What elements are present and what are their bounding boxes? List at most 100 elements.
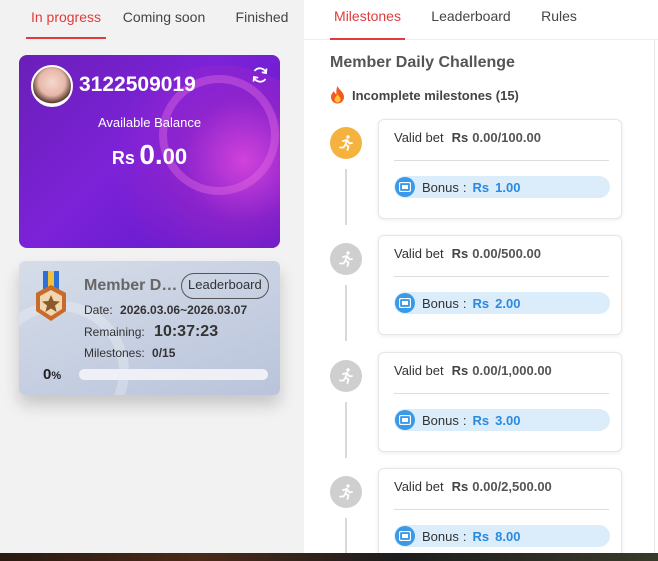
progress-unit: % — [51, 370, 62, 382]
progress-bar — [79, 369, 268, 380]
balance-integer: 0. — [139, 139, 163, 170]
bonus-colon: : — [462, 179, 467, 195]
bonus-colon: : — [462, 295, 467, 311]
runner-icon — [330, 127, 362, 159]
bonus-colon: : — [462, 528, 467, 544]
bonus-amount: Rs 2.00 — [473, 296, 521, 311]
valid-bet: Valid bet Rs 0.00/1,000.00 — [394, 363, 552, 378]
incomplete-label: Incomplete milestones (15) — [352, 87, 519, 103]
event-card[interactable]: Member D… Leaderboard Date: 2026.03.06~2… — [19, 261, 280, 395]
timeline-connector — [345, 285, 347, 341]
valid-bet: Valid bet Rs 0.00/100.00 — [394, 130, 541, 145]
progress-percent: 0% — [43, 366, 61, 383]
tab-rules[interactable]: Rules — [536, 0, 582, 40]
bonus-currency: Rs — [472, 179, 490, 195]
divider — [394, 509, 609, 510]
milestone-item: Valid bet Rs 0.00/1,000.00 Bonus: Rs 3.00 — [304, 352, 634, 462]
fire-icon — [330, 86, 345, 104]
timeline-connector — [345, 402, 347, 458]
tab-milestones[interactable]: Milestones — [330, 0, 405, 40]
bonus-pill: Bonus: Rs 3.00 — [394, 409, 610, 431]
valid-bet-label: Valid bet — [394, 130, 444, 145]
milestone-item: Valid bet Rs 0.00/2,500.00 Bonus: Rs 8.00 — [304, 468, 634, 561]
balance-amount: Rs 0.00 — [19, 139, 280, 171]
divider — [394, 393, 609, 394]
bonus-label: Bonus — [422, 412, 459, 428]
milestone-card[interactable]: Valid bet Rs 0.00/100.00 Bonus: Rs 1.00 — [378, 119, 622, 219]
balance-card: 3122509019 Available Balance Rs 0.00 — [19, 55, 280, 248]
user-id: 3122509019 — [79, 73, 196, 96]
tab-in-progress[interactable]: In progress — [26, 0, 106, 39]
event-title: Member D… — [84, 277, 178, 294]
bonus-label: Bonus — [422, 528, 459, 544]
event-date: Date: 2026.03.06~2026.03.07 — [84, 303, 247, 317]
bonus-label: Bonus — [422, 179, 459, 195]
date-value: 2026.03.06~2026.03.07 — [120, 303, 248, 317]
valid-bet-value: 0.00/1,000.00 — [472, 363, 552, 378]
event-detail-pane: Milestones Leaderboard Rules Member Dail… — [304, 0, 658, 561]
timeline-connector — [345, 169, 347, 225]
runner-icon — [330, 243, 362, 275]
background-strip — [0, 553, 658, 561]
date-label: Date: — [84, 303, 113, 317]
divider — [394, 160, 609, 161]
leaderboard-button[interactable]: Leaderboard — [181, 273, 269, 299]
tab-coming-soon[interactable]: Coming soon — [120, 0, 208, 39]
valid-bet-label: Valid bet — [394, 479, 444, 494]
balance-currency: Rs — [111, 148, 135, 168]
divider — [394, 276, 609, 277]
bonus-currency: Rs — [472, 412, 490, 428]
bonus-value: 2.00 — [495, 295, 521, 311]
event-status-tabs: In progress Coming soon Finished — [0, 0, 304, 40]
bonus-amount: Rs 3.00 — [473, 413, 521, 428]
valid-bet-currency: Rs — [451, 363, 469, 378]
bonus-amount: Rs 8.00 — [473, 529, 521, 544]
runner-icon — [330, 476, 362, 508]
milestone-card[interactable]: Valid bet Rs 0.00/500.00 Bonus: Rs 2.00 — [378, 235, 622, 335]
valid-bet-value: 0.00/2,500.00 — [472, 479, 552, 494]
bonus-currency: Rs — [472, 528, 490, 544]
bonus-pill: Bonus: Rs 2.00 — [394, 292, 610, 314]
event-remaining: Remaining: 10:37:23 — [84, 323, 218, 341]
bonus-value: 8.00 — [495, 528, 521, 544]
valid-bet: Valid bet Rs 0.00/2,500.00 — [394, 479, 552, 494]
milestone-card[interactable]: Valid bet Rs 0.00/1,000.00 Bonus: Rs 3.00 — [378, 352, 622, 452]
milestone-card[interactable]: Valid bet Rs 0.00/2,500.00 Bonus: Rs 8.00 — [378, 468, 622, 561]
divider — [654, 40, 655, 561]
valid-bet: Valid bet Rs 0.00/500.00 — [394, 246, 541, 261]
valid-bet-value: 0.00/100.00 — [472, 130, 541, 145]
valid-bet-label: Valid bet — [394, 363, 444, 378]
tab-leaderboard[interactable]: Leaderboard — [428, 0, 514, 40]
event-milestones: Milestones: 0/15 — [84, 346, 175, 360]
available-balance-label: Available Balance — [97, 115, 202, 130]
remaining-label: Remaining: — [84, 325, 145, 339]
bonus-wallet-icon — [395, 410, 415, 430]
refresh-icon[interactable] — [250, 65, 270, 85]
medal-icon — [31, 271, 71, 325]
bonus-label: Bonus — [422, 295, 459, 311]
bonus-wallet-icon — [395, 293, 415, 313]
tab-finished[interactable]: Finished — [228, 0, 296, 39]
milestones-value: 0/15 — [152, 346, 176, 360]
valid-bet-currency: Rs — [451, 246, 469, 261]
bonus-value: 3.00 — [495, 412, 521, 428]
milestone-item: Valid bet Rs 0.00/100.00 Bonus: Rs 1.00 — [304, 119, 634, 229]
bonus-colon: : — [462, 412, 467, 428]
valid-bet-value: 0.00/500.00 — [472, 246, 541, 261]
bonus-value: 1.00 — [495, 179, 521, 195]
milestones-label: Milestones: — [84, 346, 145, 360]
avatar — [31, 65, 73, 107]
challenge-title: Member Daily Challenge — [330, 54, 515, 71]
milestone-item: Valid bet Rs 0.00/500.00 Bonus: Rs 2.00 — [304, 235, 634, 345]
runner-icon — [330, 360, 362, 392]
valid-bet-label: Valid bet — [394, 246, 444, 261]
bonus-amount: Rs 1.00 — [473, 180, 521, 195]
events-list-pane: In progress Coming soon Finished 3122509… — [0, 0, 304, 561]
bonus-wallet-icon — [395, 526, 415, 546]
bonus-wallet-icon — [395, 177, 415, 197]
incomplete-milestones: Incomplete milestones (15) — [330, 86, 519, 104]
valid-bet-currency: Rs — [451, 479, 469, 494]
valid-bet-currency: Rs — [451, 130, 469, 145]
remaining-value: 10:37:23 — [154, 323, 219, 340]
balance-decimal: 00 — [162, 144, 188, 169]
